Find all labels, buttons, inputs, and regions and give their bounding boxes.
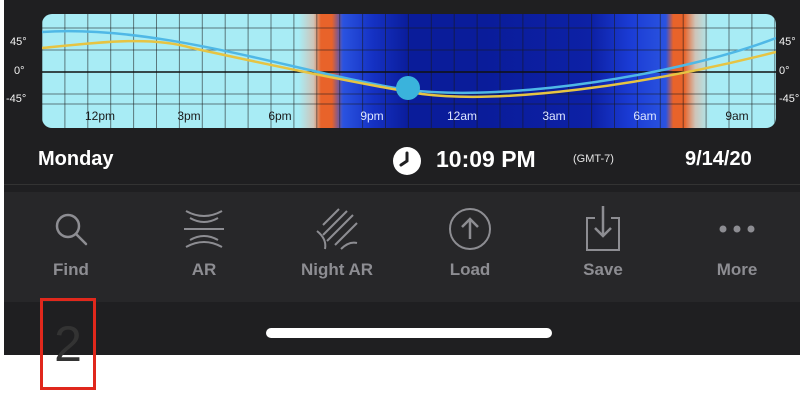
time-label-6pm: 6pm [268, 109, 291, 123]
day-label[interactable]: Monday [38, 148, 114, 171]
bottom-toolbar: Find AR Night AR Load Save More [4, 192, 800, 302]
night-ar-button[interactable]: Night AR [287, 206, 387, 280]
download-icon [553, 206, 653, 252]
load-label: Load [449, 260, 491, 279]
ar-button[interactable]: AR [154, 206, 254, 280]
time-label-12pm: 12pm [85, 109, 115, 123]
clock-icon[interactable] [392, 146, 422, 176]
time-label-6am: 6am [633, 109, 656, 123]
night-ar-icon [287, 206, 387, 252]
save-label: Save [583, 260, 623, 279]
search-icon [21, 206, 121, 252]
find-label: Find [53, 260, 89, 279]
time-label-12am: 12am [447, 109, 477, 123]
altitude-label-right-minus45: -45° [779, 93, 800, 105]
altitude-label-right-0: 0° [779, 65, 790, 77]
timeline-graphic[interactable]: 12pm 3pm 6pm 9pm 12am 3am 6am 9am [42, 14, 776, 128]
home-indicator[interactable] [266, 328, 552, 338]
app-panel: 12pm 3pm 6pm 9pm 12am 3am 6am 9am 45° 0° -45° 4… [4, 0, 800, 355]
time-label-3am: 3am [542, 109, 565, 123]
more-label: More [716, 260, 758, 279]
page-number-marker: 2 [40, 298, 96, 390]
time-label[interactable]: 10:09 PM [436, 146, 536, 173]
date-time-row: Monday 10:09 PM (GMT-7) 9/14/20 [4, 138, 800, 185]
more-icon [687, 206, 787, 252]
altitude-label-right-45: 45° [779, 36, 796, 48]
time-cursor-handle[interactable] [396, 76, 420, 100]
night-ar-label: Night AR [300, 260, 374, 279]
more-button[interactable]: More [687, 206, 787, 280]
time-label-9pm: 9pm [360, 109, 383, 123]
save-button[interactable]: Save [553, 206, 653, 280]
date-label[interactable]: 9/14/20 [685, 148, 752, 171]
timezone-label: (GMT-7) [573, 153, 614, 165]
time-label-3pm: 3pm [177, 109, 200, 123]
find-button[interactable]: Find [21, 206, 121, 280]
load-button[interactable]: Load [420, 206, 520, 280]
altitude-label-left-0: 0° [14, 65, 25, 77]
sun-moon-timeline[interactable]: 12pm 3pm 6pm 9pm 12am 3am 6am 9am [42, 14, 776, 128]
ar-label: AR [191, 260, 217, 279]
altitude-label-left-minus45: -45° [6, 93, 27, 105]
upload-icon [420, 206, 520, 252]
ar-icon [154, 206, 254, 252]
time-label-9am: 9am [725, 109, 748, 123]
altitude-label-left-45: 45° [10, 36, 27, 48]
